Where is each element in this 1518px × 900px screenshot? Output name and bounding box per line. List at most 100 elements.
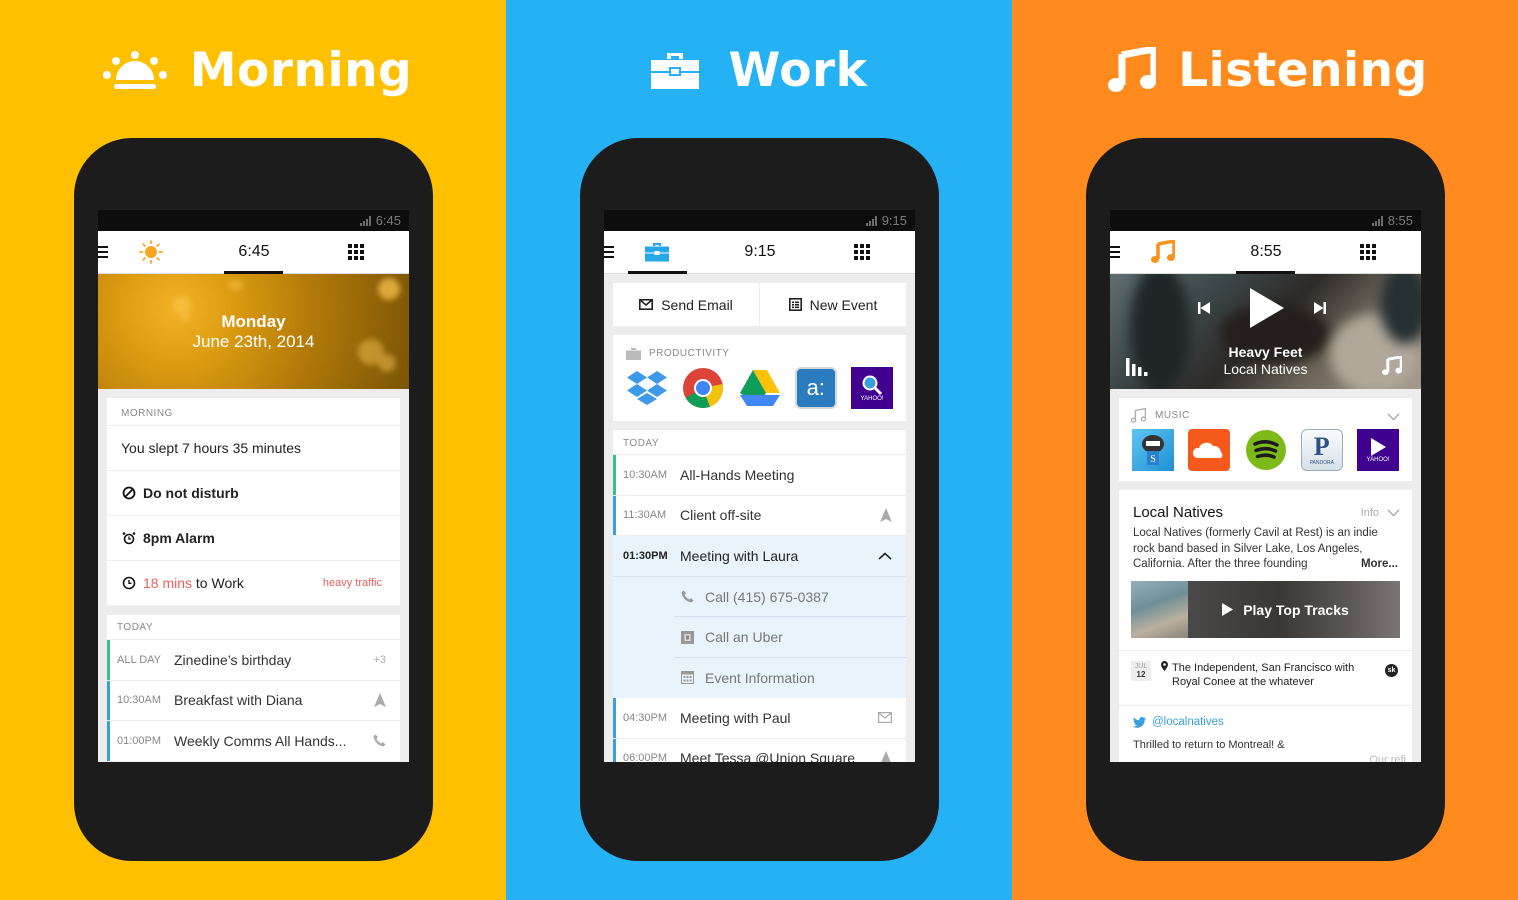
apps-grid-icon[interactable] [1360,244,1376,260]
twitter-handle[interactable]: @localnatives [1152,716,1224,728]
navigation-icon[interactable] [880,508,892,523]
briefcase-icon [650,51,699,89]
new-event-button[interactable]: New Event [759,283,906,326]
action-label: Event Information [705,669,815,686]
concert-venue: The Independent, San Francisco with Roya… [1161,661,1354,689]
play-top-tracks-button[interactable]: Play Top Tracks [1131,581,1400,638]
today-card: TODAY 10:30AM All-Hands Meeting 11:30AM … [613,430,906,762]
phone-frame: 6:45 6:45 Monday June 23th, 2014 MORNING… [74,138,433,861]
pandora-app-icon[interactable]: P PANDORA [1300,429,1343,471]
dnd-label: Do not disturb [143,485,239,501]
song-artist: Local Natives [1223,361,1308,377]
venue-line-2: Royal Conee at the whatever [1172,676,1314,688]
uber-action[interactable]: Call an Uber [613,617,906,658]
sun-icon[interactable] [126,231,176,274]
alarm-row[interactable]: 8pm Alarm [107,516,400,561]
concert-date: JUL 12 [1131,661,1151,681]
concert-month: JUL [1134,663,1148,670]
sleep-row[interactable]: You slept 7 hours 35 minutes [107,426,400,471]
album-thumbnail [1131,581,1188,638]
event-row-expanded[interactable]: 01:30PM Meeting with Laura [613,536,906,577]
menu-icon[interactable] [1110,246,1120,258]
status-bar: 6:45 [98,210,409,231]
sleep-text: You slept 7 hours 35 minutes [121,440,302,456]
event-row[interactable]: 04:30PM Meeting with Paul [613,698,906,739]
new-event-label: New Event [809,296,878,313]
event-row[interactable]: 10:30AM All-Hands Meeting [613,455,906,496]
apps-grid-icon[interactable] [348,244,364,260]
apps-grid-icon[interactable] [854,244,870,260]
songify-app-icon[interactable]: S [1132,429,1174,471]
play-top-label: Play Top Tracks [1243,601,1349,618]
calendar-color-bar [107,680,110,720]
event-name: Zinedine’s birthday [174,651,292,668]
menu-icon[interactable] [98,246,108,258]
quick-actions: Send Email New Event [613,283,906,326]
send-email-button[interactable]: Send Email [613,283,759,326]
do-not-disturb-row[interactable]: Do not disturb [107,471,400,516]
commute-time: 18 mins [143,575,193,591]
phone-frame: 8:55 8:55 Heavy Feet Local Natives MUSIC… [1086,138,1445,861]
chevron-down-icon[interactable] [1387,408,1400,426]
music-note-icon[interactable] [1138,231,1188,274]
tab-time[interactable]: 6:45 [224,231,284,274]
panel-heading: Work [506,38,1012,102]
phone-screen: 9:15 9:15 Send Email New Event PRODUCTIV… [604,210,915,762]
location-pin-icon [1161,661,1168,689]
tab-time[interactable]: 9:15 [730,231,790,274]
artist-card: Local Natives Info Local Natives (former… [1119,490,1412,762]
songkick-icon: sk [1385,664,1398,677]
event-time: 06:00PM [623,752,668,762]
event-time: ALL DAY [117,653,162,666]
chevron-up-icon[interactable] [878,552,892,560]
alarm-label: 8pm Alarm [143,530,215,546]
event-row[interactable]: 10:30AM Breakfast with Diana [107,680,400,721]
dropbox-app-icon[interactable] [626,367,668,409]
chrome-app-icon[interactable] [682,367,724,409]
commute-row[interactable]: 18 mins to Work heavy traffic [107,561,400,606]
artist-bio: Local Natives (formerly Cavil at Rest) i… [1119,526,1412,576]
event-time: 10:30AM [623,468,668,481]
play-button[interactable] [1250,288,1284,328]
navigation-icon[interactable] [880,751,892,762]
phone-screen: 6:45 6:45 Monday June 23th, 2014 MORNING… [98,210,409,762]
phone-icon[interactable] [373,734,386,747]
event-time: 11:30AM [623,509,667,522]
menu-icon[interactable] [604,246,614,258]
panel-listening: Listening 8:55 8:55 Heavy Feet Local Nat… [1012,0,1518,900]
event-row[interactable]: ALL DAY Zinedine’s birthday +3 [107,640,400,681]
event-name: Breakfast with Diana [174,692,303,709]
yahoo-screen-app-icon[interactable]: YAHOO! [1357,429,1399,471]
yahoo-search-app-icon[interactable]: YAHOO! [851,367,893,409]
envelope-icon[interactable] [878,712,892,724]
concert-row[interactable]: JUL 12 The Independent, San Francisco wi… [1119,650,1412,705]
anydo-app-icon[interactable]: a: [794,367,837,409]
calendar-icon [788,298,802,311]
event-info-action[interactable]: Event Information [613,657,906,698]
active-tab-indicator [628,271,687,274]
event-row[interactable]: 11:30AM Client off-site [613,496,906,536]
spotify-app-icon[interactable] [1245,429,1287,471]
bio-text: Local Natives (formerly Cavil at Rest) i… [1133,527,1378,570]
event-name: All-Hands Meeting [680,466,795,483]
info-toggle[interactable]: Info [1361,507,1400,519]
tab-time[interactable]: 8:55 [1236,231,1296,274]
navigation-icon[interactable] [374,693,386,708]
app-bar: 8:55 [1110,231,1421,274]
concert-day: 12 [1136,670,1146,679]
soundcloud-app-icon[interactable] [1188,429,1231,471]
signal-icon [359,215,371,226]
event-name: Client off-site [680,507,762,524]
call-action[interactable]: Call (415) 675-0387 [613,576,906,617]
briefcase-icon[interactable] [632,231,682,274]
next-track-button[interactable] [1313,301,1327,315]
event-row[interactable]: 01:00PM Weekly Comms All Hands... [107,721,400,762]
tweet-row[interactable]: @localnatives Thrilled to return to Mont… [1119,705,1412,762]
clock-icon [121,575,137,591]
google-drive-app-icon[interactable] [739,367,781,409]
previous-track-button[interactable] [1197,301,1211,315]
status-bar: 9:15 [604,210,915,231]
calendar-color-bar [107,721,110,761]
more-link[interactable]: More... [1354,556,1398,572]
event-row[interactable]: 06:00PM Meet Tessa @Union Square [613,739,906,762]
